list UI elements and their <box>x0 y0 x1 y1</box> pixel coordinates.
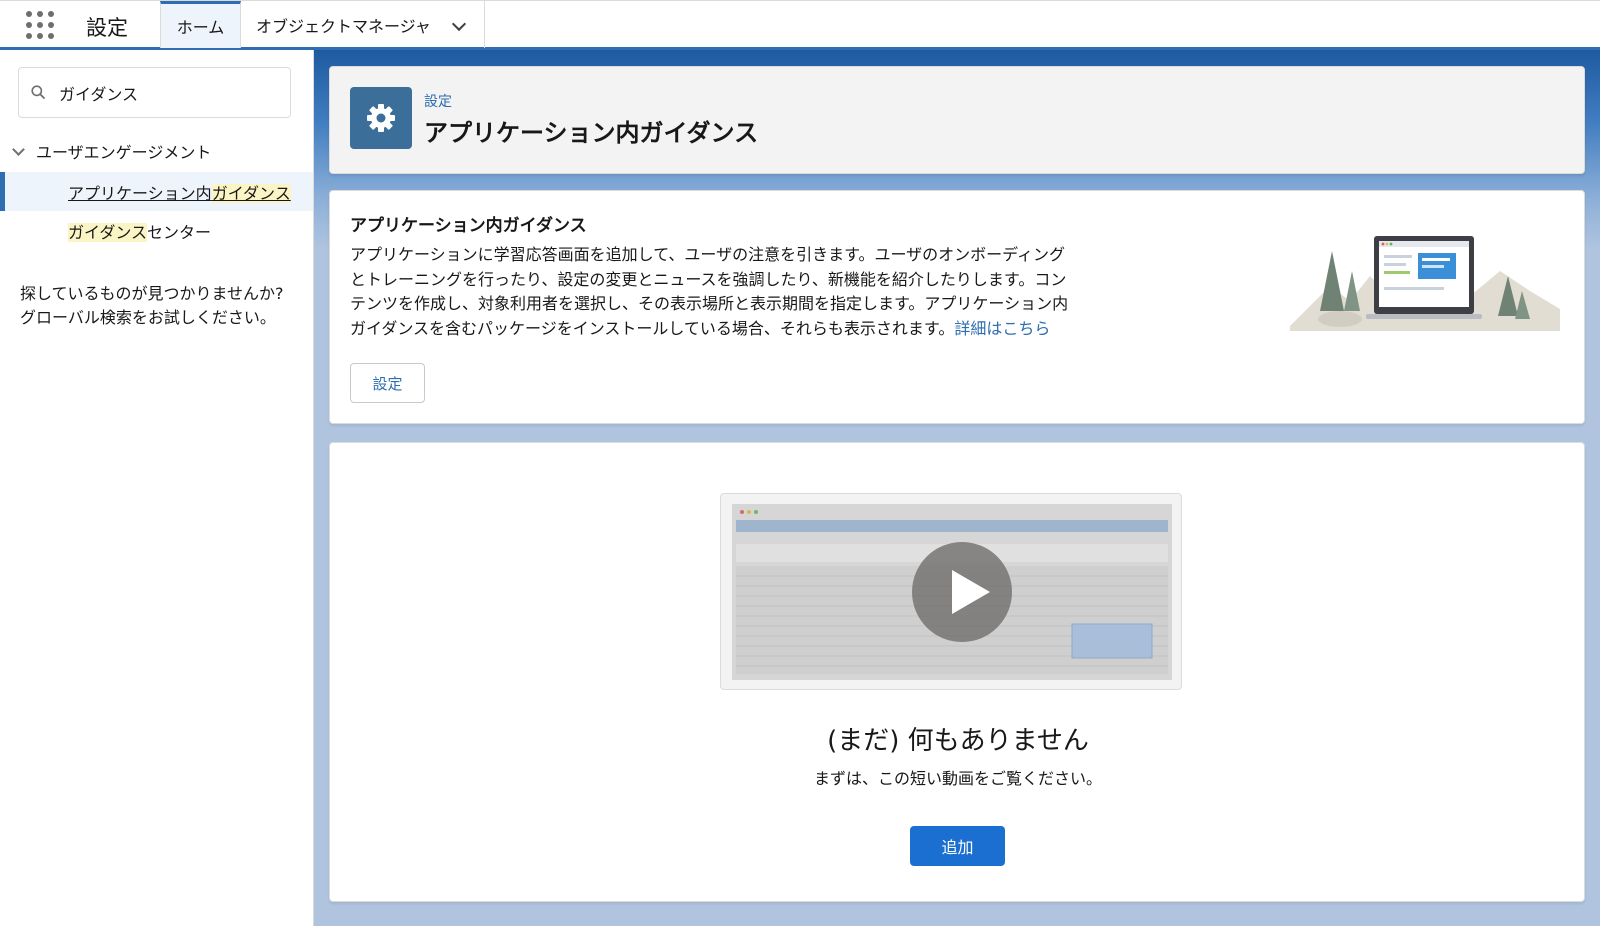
search-highlight: ガイダンス <box>211 184 291 203</box>
search-icon <box>31 85 45 99</box>
sidebar-item-label: ガイダンスセンター <box>68 223 212 242</box>
tree-node-label: ユーザエンゲージメント <box>36 143 212 162</box>
not-found-hint: 探しているものが見つかりませんか? グローバル検索をお試しください。 <box>20 284 284 327</box>
app-name: 設定 <box>86 16 128 40</box>
play-icon[interactable] <box>912 542 1012 642</box>
empty-state-subtitle: まずは、この短い動画をご覧ください。 <box>813 769 1102 788</box>
intro-video-thumbnail[interactable] <box>720 493 1182 690</box>
laptop-landscape-illustration <box>1290 236 1560 331</box>
chevron-down-icon[interactable] <box>451 16 467 32</box>
settings-button[interactable]: 設定 <box>350 363 425 403</box>
quick-find-input[interactable] <box>59 68 279 117</box>
empty-state-title: (まだ) 何もありません <box>827 726 1089 756</box>
breadcrumb[interactable]: 設定 <box>424 91 452 111</box>
card-description: アプリケーションに学習応答画面を追加して、ユーザの注意を引きます。ユーザのオンボ… <box>350 245 1069 338</box>
empty-state-card: (まだ) 何もありません まずは、この短い動画をご覧ください。 追加 <box>329 442 1585 902</box>
add-button[interactable]: 追加 <box>910 826 1005 866</box>
setup-sidebar: ユーザエンゲージメント アプリケーション内ガイダンス ガイダンスセンター 探して… <box>0 50 314 926</box>
sidebar-item-in-app-guidance[interactable]: アプリケーション内ガイダンス <box>0 172 313 211</box>
app-launcher-icon[interactable] <box>26 11 54 39</box>
video-preview <box>732 504 1172 680</box>
sidebar-item-guidance-center[interactable]: ガイダンスセンター <box>0 211 313 250</box>
tab-object-manager[interactable]: オブジェクトマネージャ <box>241 1 485 48</box>
sidebar-item-label: アプリケーション内ガイダンス <box>68 184 291 203</box>
search-highlight: ガイダンス <box>68 223 148 242</box>
chevron-down-icon[interactable] <box>12 142 25 156</box>
tab-home[interactable]: ホーム <box>160 1 241 48</box>
gear-icon <box>350 87 412 149</box>
tab-object-manager-label: オブジェクトマネージャ <box>256 16 431 36</box>
global-nav: 設定 ホーム オブジェクトマネージャ <box>0 0 1600 50</box>
main-content: 設定 アプリケーション内ガイダンス アプリケーション内ガイダンス アプリケーショ… <box>314 50 1600 926</box>
page-header: 設定 アプリケーション内ガイダンス <box>329 66 1585 174</box>
page-title: アプリケーション内ガイダンス <box>424 119 759 147</box>
guidance-info-card: アプリケーション内ガイダンス アプリケーションに学習応答画面を追加して、ユーザの… <box>329 190 1585 424</box>
tab-home-label: ホーム <box>176 18 225 37</box>
learn-more-link[interactable]: 詳細はこちら <box>954 319 1050 338</box>
card-title: アプリケーション内ガイダンス <box>350 216 587 236</box>
tree-node-user-engagement[interactable]: ユーザエンゲージメント <box>10 138 310 164</box>
quick-find-box <box>18 67 291 118</box>
